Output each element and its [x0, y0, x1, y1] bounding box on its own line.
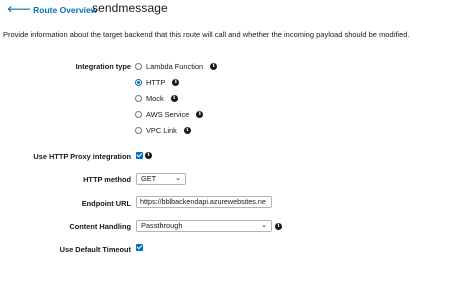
- radio-http[interactable]: HTTP i: [135, 78, 180, 87]
- http-proxy-label: Use HTTP Proxy integration: [33, 152, 131, 161]
- page-description: Provide information about the target bac…: [3, 30, 410, 39]
- radio-label: AWS Service: [146, 110, 190, 119]
- endpoint-url-input[interactable]: https://bblbackendapi.azurewebsites.ne: [136, 196, 272, 208]
- radio-label: VPC Link: [146, 126, 177, 135]
- top-bar: 🡐 Route Overview sendmessage: [0, 0, 474, 22]
- content-handling-select[interactable]: Passthrough ⌄: [136, 220, 272, 232]
- radio-button[interactable]: [135, 79, 142, 86]
- content-handling-value: Passthrough: [141, 221, 183, 230]
- route-overview-link[interactable]: 🡐 Route Overview: [7, 4, 97, 15]
- chevron-down-icon: ⌄: [261, 222, 267, 229]
- radio-lambda-function[interactable]: Lambda Function i: [135, 62, 218, 71]
- http-method-label: HTTP method: [83, 175, 131, 184]
- chevron-down-icon: ⌄: [175, 175, 181, 182]
- info-icon[interactable]: i: [210, 63, 218, 70]
- radio-vpc-link[interactable]: VPC Link i: [135, 126, 191, 135]
- content-handling-label: Content Handling: [69, 222, 131, 231]
- left-arrow-icon: 🡐: [7, 4, 32, 14]
- info-icon[interactable]: i: [196, 111, 204, 118]
- radio-label: Mock: [146, 94, 164, 103]
- radio-mock[interactable]: Mock i: [135, 94, 178, 103]
- route-overview-label: Route Overview: [33, 4, 98, 15]
- info-icon[interactable]: i: [275, 223, 282, 230]
- radio-button[interactable]: [135, 95, 142, 102]
- http-proxy-checkbox[interactable]: [136, 152, 143, 159]
- info-icon[interactable]: i: [170, 95, 178, 102]
- radio-aws-service[interactable]: AWS Service i: [135, 110, 204, 119]
- radio-button[interactable]: [135, 63, 142, 70]
- radio-label: Lambda Function: [146, 62, 204, 71]
- radio-button[interactable]: [135, 127, 142, 134]
- http-method-value: GET: [141, 174, 157, 183]
- integration-type-label: Integration type: [75, 62, 131, 71]
- info-icon[interactable]: i: [183, 127, 191, 134]
- info-icon[interactable]: i: [172, 79, 180, 86]
- info-icon[interactable]: i: [145, 152, 152, 159]
- endpoint-url-label: Endpoint URL: [81, 199, 131, 208]
- radio-button[interactable]: [135, 111, 142, 118]
- radio-label: HTTP: [146, 78, 166, 87]
- page-title: sendmessage: [92, 1, 168, 15]
- default-timeout-checkbox[interactable]: [136, 244, 143, 251]
- default-timeout-label: Use Default Timeout: [59, 245, 131, 254]
- http-method-select[interactable]: GET ⌄: [136, 173, 186, 185]
